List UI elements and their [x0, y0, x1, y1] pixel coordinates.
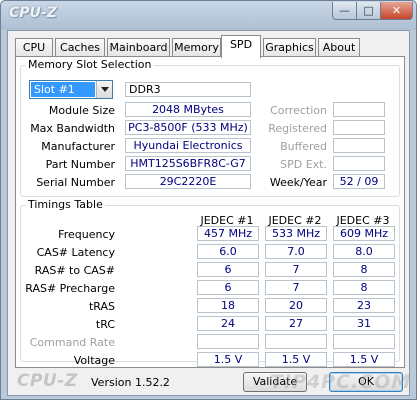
timing-cell: 533 MHz — [265, 226, 327, 241]
registered-label: Registered — [268, 122, 327, 135]
client-area: CPU Caches Mainboard Memory SPD Graphics… — [7, 30, 410, 396]
spd-ext-value — [333, 156, 385, 171]
memory-type-value: DDR3 — [125, 82, 251, 97]
tab-mainboard[interactable]: Mainboard — [107, 38, 170, 57]
timing-cell: 8 — [333, 280, 395, 295]
ok-button[interactable]: OK — [329, 372, 403, 392]
timing-cell: 31 — [333, 316, 395, 331]
serial-number-value: 29C2220E — [125, 174, 251, 189]
window-title: CPU-Z — [9, 5, 57, 21]
timing-cell — [265, 334, 327, 349]
timing-cell: 7 — [265, 280, 327, 295]
cpu-z-logo: CPU-Z — [17, 371, 78, 391]
module-size-label: Module Size — [48, 104, 115, 117]
timing-cell: 1.5 V — [333, 352, 395, 367]
timing-cell: 1.5 V — [265, 352, 327, 367]
timing-row-label: Command Rate — [29, 336, 115, 349]
timing-cell: 457 MHz — [197, 226, 259, 241]
maximize-button[interactable]: □ — [356, 2, 381, 20]
timings-group-label: Timings Table — [26, 198, 105, 211]
serial-number-label: Serial Number — [36, 176, 115, 189]
timing-row-label: tRAS — [88, 300, 115, 313]
timing-cell: 1.5 V — [197, 352, 259, 367]
title-bar[interactable]: CPU-Z — □ ✕ — [1, 1, 416, 30]
timing-cell — [333, 334, 395, 349]
memory-slot-group-label: Memory Slot Selection — [26, 58, 154, 71]
timing-cell — [197, 334, 259, 349]
tab-spd[interactable]: SPD — [221, 35, 261, 58]
module-size-value: 2048 MBytes — [125, 102, 251, 117]
cpu-z-window: CPU-Z — □ ✕ CPU Caches Mainboard Memory … — [0, 0, 417, 400]
timing-cell: 609 MHz — [333, 226, 395, 241]
tab-memory[interactable]: Memory — [172, 38, 221, 57]
timing-cell: 6.0 — [197, 244, 259, 259]
part-number-value: HMT125S6BFR8C-G7 — [125, 156, 251, 171]
spd-ext-label: SPD Ext. — [280, 158, 327, 171]
correction-label: Correction — [270, 104, 327, 117]
timing-row-label: Frequency — [58, 228, 115, 241]
timing-cell: 27 — [265, 316, 327, 331]
timing-cell: 8 — [333, 262, 395, 277]
close-button[interactable]: ✕ — [380, 2, 413, 20]
chevron-down-icon[interactable] — [96, 81, 112, 98]
timing-cell: 6 — [197, 262, 259, 277]
manufacturer-label: Manufacturer — [41, 140, 115, 153]
tab-graphics[interactable]: Graphics — [263, 38, 316, 57]
part-number-label: Part Number — [45, 158, 115, 171]
footer-bar: CPU-Z Version 1.52.2 TIP4PC.COM Validate… — [8, 368, 410, 396]
timing-cell: 8.0 — [333, 244, 395, 259]
slot-select[interactable]: Slot #1 — [29, 80, 113, 99]
timing-row-label: tRC — [95, 318, 115, 331]
timing-row-label: CAS# Latency — [36, 246, 115, 259]
validate-button[interactable]: Validate — [243, 372, 307, 392]
tab-about[interactable]: About — [318, 38, 360, 57]
timings-group: Timings Table JEDEC #1 JEDEC #2 JEDEC #3… — [20, 198, 400, 367]
buffered-value — [333, 138, 385, 153]
memory-slot-group: Memory Slot Selection Slot #1 DDR3 Modul… — [20, 58, 400, 197]
tab-cpu[interactable]: CPU — [15, 38, 53, 57]
timing-row-label: RAS# to CAS# — [34, 264, 115, 277]
timing-cell: 6 — [197, 280, 259, 295]
timing-row-label: Voltage — [73, 354, 115, 367]
buffered-label: Buffered — [280, 140, 327, 153]
week-year-value: 52 / 09 — [333, 174, 385, 189]
week-year-label: Week/Year — [269, 176, 327, 189]
timing-cell: 7.0 — [265, 244, 327, 259]
manufacturer-value: Hyundai Electronics — [125, 138, 251, 153]
max-bandwidth-label: Max Bandwidth — [30, 122, 115, 135]
minimize-button[interactable]: — — [332, 2, 357, 20]
version-text: Version 1.52.2 — [91, 376, 170, 389]
spd-panel: Memory Slot Selection Slot #1 DDR3 Modul… — [15, 56, 405, 368]
tab-caches[interactable]: Caches — [55, 38, 105, 57]
timing-cell: 20 — [265, 298, 327, 313]
max-bandwidth-value: PC3-8500F (533 MHz) — [125, 120, 251, 135]
timing-cell: 7 — [265, 262, 327, 277]
registered-value — [333, 120, 385, 135]
timing-row-label: RAS# Precharge — [25, 282, 115, 295]
correction-value — [333, 102, 385, 117]
timing-cell: 23 — [333, 298, 395, 313]
slot-select-value: Slot #1 — [31, 82, 95, 97]
timing-cell: 18 — [197, 298, 259, 313]
timing-cell: 24 — [197, 316, 259, 331]
